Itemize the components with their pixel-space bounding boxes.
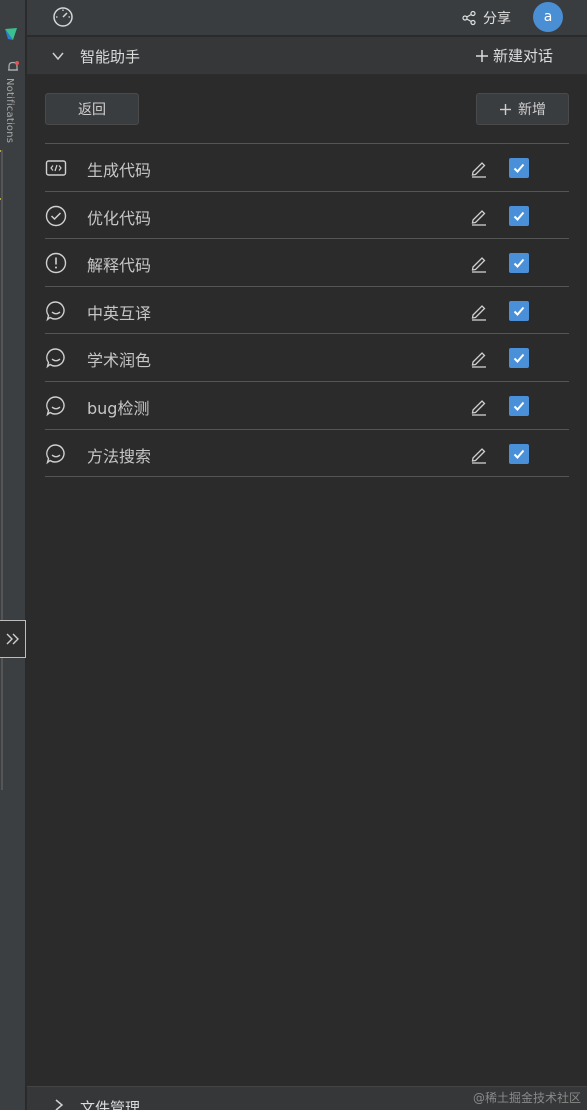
section-title: 智能助手: [80, 48, 141, 66]
notification-bell-icon[interactable]: [6, 60, 20, 74]
add-label: 新增: [518, 102, 546, 118]
checkmark-icon: [513, 306, 525, 316]
back-button[interactable]: 返回: [45, 93, 139, 125]
enabled-checkbox[interactable]: [509, 300, 529, 321]
notifications-tab[interactable]: Notifications: [4, 78, 15, 143]
gutter-line: [1, 150, 3, 790]
list-item[interactable]: 优化代码: [45, 192, 569, 240]
list-item[interactable]: 方法搜索: [45, 430, 569, 478]
enabled-checkbox[interactable]: [509, 205, 529, 226]
top-toolbar: 分享 a: [27, 0, 587, 36]
edit-icon[interactable]: [469, 444, 489, 464]
chevron-down-icon[interactable]: [51, 49, 65, 63]
list-item-label: 方法搜索: [87, 446, 152, 466]
list-item-label: 学术润色: [87, 351, 152, 371]
check-circle-icon: [45, 205, 67, 226]
user-avatar[interactable]: a: [533, 2, 563, 32]
list-item-label: bug检测: [87, 398, 150, 418]
back-label: 返回: [78, 102, 106, 118]
list-item[interactable]: bug检测: [45, 382, 569, 430]
assistant-section-header[interactable]: 智能助手 新建对话: [27, 37, 587, 75]
watermark: @稀土掘金技术社区: [472, 1091, 581, 1105]
chevron-right-icon[interactable]: [53, 1099, 65, 1110]
edit-icon[interactable]: [469, 301, 489, 321]
edit-icon[interactable]: [469, 206, 489, 226]
add-button[interactable]: 新增: [476, 93, 569, 125]
list-item-label: 中英互译: [87, 303, 152, 323]
expand-panel-button[interactable]: [0, 620, 26, 658]
ide-side-strip: Notifications: [0, 0, 26, 1110]
chat-bubble-icon: [46, 396, 65, 417]
edit-icon[interactable]: [469, 158, 489, 178]
checkmark-icon: [513, 163, 525, 173]
double-chevron-right-icon: [6, 633, 19, 645]
edit-icon[interactable]: [469, 348, 489, 369]
plus-icon: [500, 103, 511, 115]
enabled-checkbox[interactable]: [509, 443, 529, 464]
checkmark-icon: [513, 401, 525, 411]
enabled-checkbox[interactable]: [509, 348, 529, 369]
list-item[interactable]: 学术润色: [45, 334, 569, 382]
edit-icon[interactable]: [469, 253, 489, 273]
list-item-label: 优化代码: [87, 208, 152, 228]
list-item-label: 生成代码: [87, 161, 152, 180]
plugin-logo-icon[interactable]: [3, 26, 19, 42]
checkmark-icon: [513, 449, 525, 459]
section-title: 文件管理: [80, 1099, 141, 1110]
edit-icon[interactable]: [469, 396, 489, 416]
assistant-list: 生成代码 优化代码 解释代码 中英互译 学术润色 bug检测 方法搜索: [45, 143, 569, 478]
chat-bubble-icon: [46, 348, 65, 369]
checkmark-icon: [513, 259, 525, 269]
list-item[interactable]: 中英互译: [45, 287, 569, 335]
dashboard-gauge-icon[interactable]: [51, 5, 75, 27]
share-button[interactable]: 分享: [461, 6, 511, 30]
list-item-label: 解释代码: [87, 256, 152, 276]
new-chat-button[interactable]: 新建对话: [475, 45, 553, 66]
share-icon: [462, 10, 476, 26]
chat-bubble-icon: [46, 443, 65, 464]
enabled-checkbox[interactable]: [509, 253, 529, 274]
list-item[interactable]: 生成代码: [45, 144, 569, 192]
enabled-checkbox[interactable]: [509, 395, 529, 416]
enabled-checkbox[interactable]: [509, 158, 529, 178]
list-item[interactable]: 解释代码: [45, 239, 569, 287]
code-icon: [45, 160, 67, 176]
share-label: 分享: [483, 11, 511, 27]
new-chat-label: 新建对话: [493, 47, 554, 65]
info-circle-icon: [45, 252, 67, 274]
plus-icon: [476, 49, 488, 62]
chat-bubble-icon: [46, 301, 65, 322]
checkmark-icon: [513, 354, 525, 364]
checkmark-icon: [513, 211, 525, 221]
